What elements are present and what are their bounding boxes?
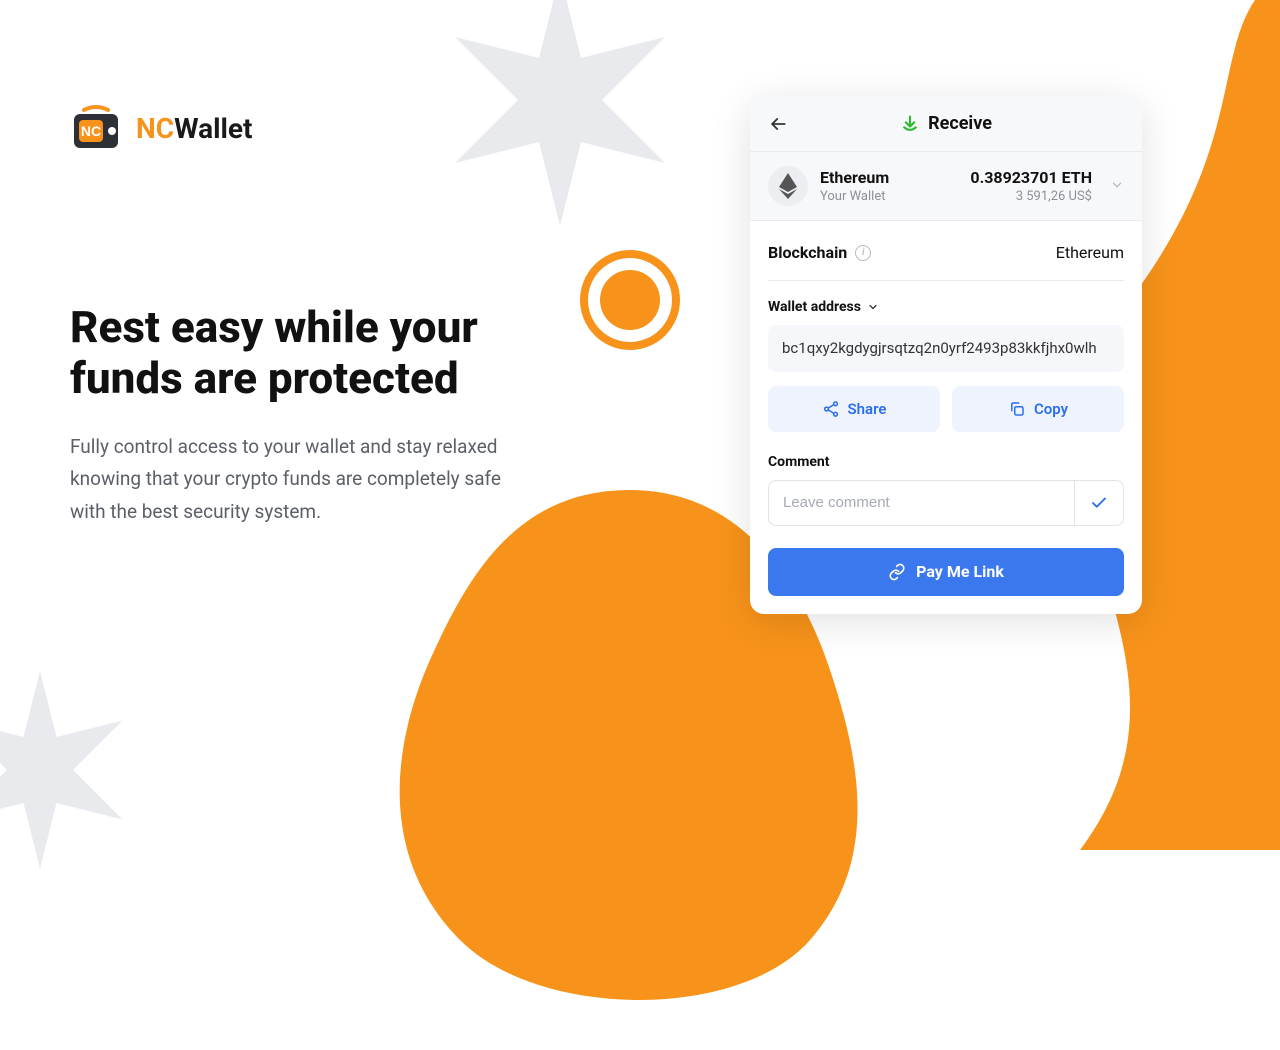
brand-name: NCWallet xyxy=(136,112,253,145)
asset-amount: 0.38923701 ETH xyxy=(970,168,1092,187)
comment-input[interactable] xyxy=(768,480,1074,526)
pay-me-link-button[interactable]: Pay Me Link xyxy=(768,548,1124,596)
decorative-star-icon xyxy=(0,660,150,880)
info-icon[interactable]: i xyxy=(855,245,871,261)
address-label-row[interactable]: Wallet address xyxy=(768,299,1124,315)
share-icon xyxy=(822,400,840,418)
asset-subtitle: Your Wallet xyxy=(820,189,958,204)
receive-card: Receive Ethereum Your Wallet 0.38923701 … xyxy=(750,96,1142,614)
pay-me-link-label: Pay Me Link xyxy=(916,562,1004,581)
copy-button[interactable]: Copy xyxy=(952,386,1124,432)
address-label: Wallet address xyxy=(768,299,861,315)
blockchain-label: Blockchain xyxy=(768,243,847,262)
chevron-down-icon xyxy=(867,301,879,313)
arrow-left-icon xyxy=(768,114,788,134)
copy-icon xyxy=(1008,400,1026,418)
asset-fiat: 3 591,26 US$ xyxy=(970,189,1092,204)
blockchain-row: Blockchain i Ethereum xyxy=(768,243,1124,281)
card-header: Receive xyxy=(750,96,1142,152)
decorative-circle-icon xyxy=(580,250,680,350)
share-button[interactable]: Share xyxy=(768,386,940,432)
link-icon xyxy=(888,563,906,581)
blockchain-value: Ethereum xyxy=(1056,243,1124,262)
share-label: Share xyxy=(848,400,887,418)
comment-label: Comment xyxy=(768,454,1124,470)
svg-text:NC: NC xyxy=(81,123,101,139)
back-button[interactable] xyxy=(764,110,792,138)
chevron-down-icon xyxy=(1110,177,1124,196)
wallet-address[interactable]: bc1qxy2kgdygjrsqtzq2n0yrf2493p83kkfjhx0w… xyxy=(768,325,1124,372)
receive-icon xyxy=(900,114,920,134)
asset-selector[interactable]: Ethereum Your Wallet 0.38923701 ETH 3 59… xyxy=(750,152,1142,221)
hero-headline: Rest easy while your funds are protected xyxy=(70,302,570,403)
comment-confirm-button[interactable] xyxy=(1074,480,1124,526)
brand-logo: NC NCWallet xyxy=(70,104,570,152)
check-icon xyxy=(1090,494,1108,512)
asset-name: Ethereum xyxy=(820,168,958,187)
copy-label: Copy xyxy=(1034,400,1068,418)
hero-subtext: Fully control access to your wallet and … xyxy=(70,431,520,528)
wallet-logo-icon: NC xyxy=(70,104,122,152)
ethereum-icon xyxy=(768,166,808,206)
card-title: Receive xyxy=(928,113,992,134)
